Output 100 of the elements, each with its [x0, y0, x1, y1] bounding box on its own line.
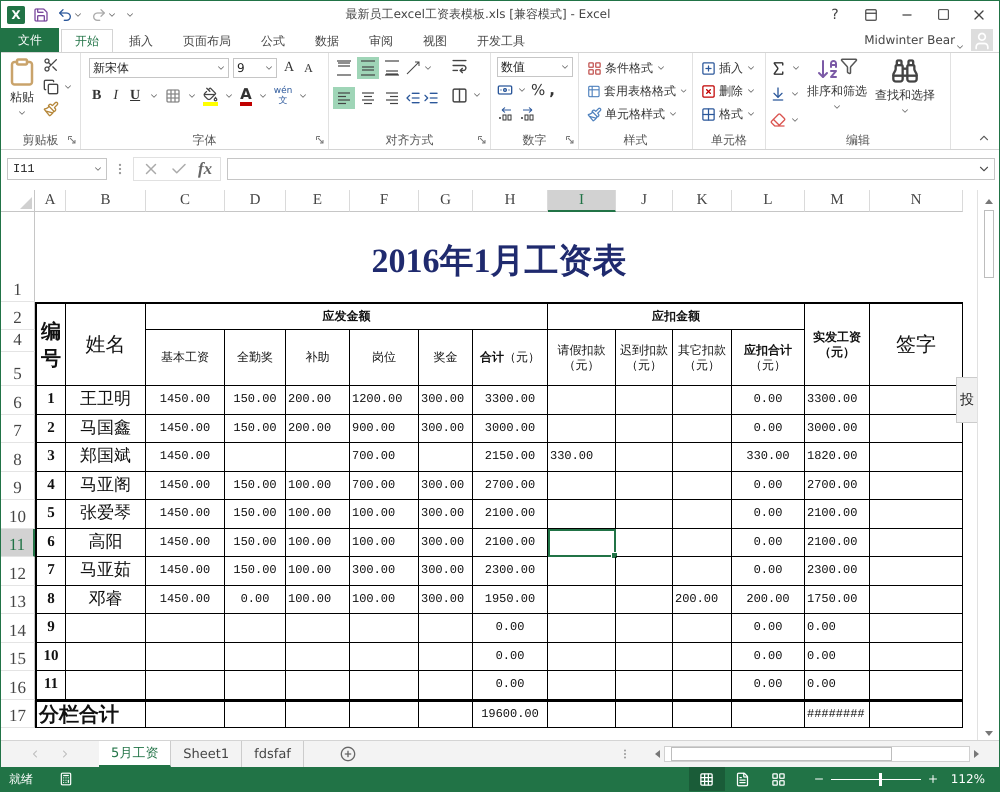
font-color-button[interactable]: A	[240, 86, 252, 106]
decrease-indent-icon[interactable]	[405, 90, 421, 106]
row-header[interactable]: 8	[1, 443, 35, 472]
scroll-right-icon[interactable]	[974, 750, 979, 758]
file-tab[interactable]: 文件	[1, 28, 59, 52]
column-header[interactable]: F	[350, 190, 419, 212]
formula-input[interactable]	[227, 158, 995, 180]
table-cell: 150.00	[225, 414, 286, 443]
find-select-button[interactable]: 查找和选择	[873, 57, 937, 131]
scroll-down-icon[interactable]	[984, 730, 993, 736]
maximize-icon[interactable]	[936, 8, 950, 21]
column-header[interactable]: B	[66, 190, 146, 212]
zoom-level[interactable]: 112%	[950, 772, 985, 786]
insert-function-button[interactable]: fx	[198, 159, 212, 179]
scroll-up-icon[interactable]	[984, 198, 993, 204]
fill-handle[interactable]	[611, 552, 618, 559]
user-name[interactable]: Midwinter Bear	[864, 33, 955, 47]
percent-button[interactable]: %	[531, 79, 546, 101]
column-header[interactable]: A	[35, 190, 66, 212]
sheet-tab[interactable]: 5月工资	[99, 741, 172, 767]
scissors-icon[interactable]	[43, 57, 59, 73]
column-header[interactable]: I	[548, 190, 616, 212]
row-header[interactable]: 14	[1, 614, 35, 642]
row-header[interactable]: 2	[1, 302, 35, 330]
italic-button[interactable]: I	[110, 88, 122, 104]
middle-align-button[interactable]	[357, 57, 379, 79]
scroll-thumb[interactable]	[984, 210, 994, 278]
eraser-icon[interactable]	[770, 112, 786, 128]
wrap-text-icon[interactable]	[451, 57, 468, 74]
row-header[interactable]: 17	[1, 700, 35, 728]
font-size-select[interactable]: 9	[233, 58, 277, 78]
column-header[interactable]: H	[473, 190, 548, 212]
align-left-button[interactable]	[333, 87, 355, 109]
save-icon[interactable]	[33, 6, 49, 22]
dialog-launcher-icon[interactable]	[316, 136, 324, 144]
border-icon[interactable]	[165, 88, 182, 104]
dialog-launcher-icon[interactable]	[68, 136, 76, 144]
format-button[interactable]: 格式	[701, 103, 761, 125]
row-header[interactable]: 15	[1, 642, 35, 671]
comma-button[interactable]: ,	[549, 79, 555, 101]
row-header[interactable]: 13	[1, 586, 35, 614]
side-tab[interactable]: 投	[956, 377, 977, 423]
ribbon-options-icon[interactable]	[864, 8, 878, 22]
column-header[interactable]: D	[225, 190, 286, 212]
table-format-button[interactable]: 套用表格格式	[587, 80, 688, 102]
row-header[interactable]: 16	[1, 671, 35, 700]
number-format-select[interactable]: 数值	[497, 57, 573, 77]
column-header[interactable]: C	[146, 190, 225, 212]
row-header[interactable]: 10	[1, 500, 35, 528]
column-header[interactable]: G	[419, 190, 473, 212]
normal-view-button[interactable]	[688, 767, 725, 791]
underline-button[interactable]: U	[127, 88, 144, 104]
fill-color-icon[interactable]	[203, 86, 218, 106]
bold-button[interactable]: B	[89, 88, 104, 104]
table-cell: 9	[35, 614, 66, 642]
copy-icon[interactable]	[43, 79, 59, 95]
row-header[interactable]: 6	[1, 386, 35, 414]
undo-icon[interactable]	[57, 6, 73, 22]
row-header[interactable]: 11	[1, 528, 35, 557]
merge-cells-icon[interactable]	[451, 86, 468, 104]
column-header[interactable]: J	[616, 190, 673, 212]
scroll-left-icon[interactable]	[655, 750, 660, 758]
sort-filter-button[interactable]: 排序和筛选	[805, 57, 869, 131]
ribbon-tab[interactable]: 开始	[61, 29, 113, 52]
column-header[interactable]: M	[805, 190, 870, 212]
row-header[interactable]: 4	[1, 330, 35, 352]
conditional-format-button[interactable]: 条件格式	[587, 57, 688, 79]
font-select[interactable]: 新宋体	[89, 58, 229, 78]
paste-button[interactable]: 粘贴	[5, 57, 39, 131]
insert-button[interactable]: 插入	[701, 57, 761, 79]
name-box[interactable]: I11	[7, 158, 107, 180]
column-header[interactable]: K	[673, 190, 732, 212]
grow-font-button[interactable]: A	[281, 60, 298, 76]
zoom-thumb[interactable]	[879, 772, 882, 786]
delete-button[interactable]: 删除	[701, 80, 761, 102]
add-sheet-icon[interactable]	[340, 746, 356, 762]
group-label: 样式	[624, 132, 648, 148]
help-button[interactable]: ?	[821, 6, 849, 22]
row-header[interactable]: 5	[1, 352, 35, 386]
shrink-font-button[interactable]: A	[301, 60, 316, 76]
phonetic-button[interactable]: wén 文	[274, 86, 292, 106]
macro-icon[interactable]	[59, 772, 73, 786]
increase-indent-icon[interactable]	[423, 90, 439, 106]
row-header[interactable]: 12	[1, 557, 35, 586]
row-header[interactable]: 7	[1, 414, 35, 443]
dialog-launcher-icon[interactable]	[478, 136, 486, 144]
table-cell: 2700.00	[473, 472, 548, 500]
zoom-in-icon[interactable]	[926, 773, 939, 785]
paintbrush-icon[interactable]	[43, 101, 59, 117]
column-header[interactable]: N	[870, 190, 963, 212]
column-header[interactable]: E	[286, 190, 350, 212]
scroll-thumb[interactable]	[671, 747, 892, 761]
dialog-launcher-icon[interactable]	[566, 136, 574, 144]
row-header[interactable]: 9	[1, 472, 35, 500]
diagonal-text-icon[interactable]	[405, 60, 421, 76]
table-cell: 0.00	[732, 472, 805, 500]
fill-down-icon[interactable]	[770, 86, 786, 102]
row-header[interactable]: 1	[1, 212, 35, 302]
cell-style-button[interactable]: 单元格样式	[587, 103, 688, 125]
column-header[interactable]: L	[732, 190, 805, 212]
